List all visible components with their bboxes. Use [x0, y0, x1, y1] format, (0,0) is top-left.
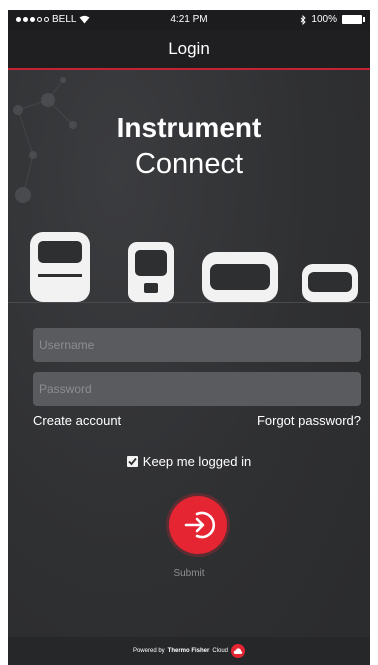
instrument-3-icon: [202, 252, 278, 302]
powered-by-text: Powered by: [132, 648, 165, 654]
keep-logged-in-label: Keep me logged in: [142, 454, 252, 469]
login-screen: BELL 4:21 PM 100% Login Instrument Conne…: [8, 10, 370, 665]
cloud-logo-icon: [231, 644, 246, 658]
instrument-4-icon: [302, 264, 358, 302]
battery-icon: [342, 15, 365, 24]
submit-button[interactable]: [169, 496, 227, 554]
status-right: 100%: [300, 14, 365, 25]
brand-name: Thermo Fisher: [167, 648, 210, 654]
forgot-password-link[interactable]: Forgot password?: [257, 413, 361, 428]
bluetooth-icon: [301, 14, 307, 25]
keep-logged-in-row: Keep me logged in: [8, 454, 370, 469]
submit-label: Submit: [173, 568, 205, 579]
battery-percent: 100%: [311, 14, 337, 25]
instrument-1-icon: [30, 232, 90, 302]
checkmark-icon: [128, 457, 137, 466]
app-title-line1: Instrument: [116, 112, 262, 143]
instrument-icons: [30, 232, 358, 302]
app-title: Instrument Connect: [8, 110, 370, 182]
app-title-line2: Connect: [134, 148, 243, 180]
instrument-2-icon: [128, 242, 174, 302]
keep-logged-in-checkbox[interactable]: [126, 456, 138, 467]
page-title: Login: [168, 39, 210, 58]
footer: Powered by Thermo Fisher Cloud: [8, 637, 370, 665]
arrow-into-circle-icon: [184, 511, 216, 539]
username-input[interactable]: [33, 328, 361, 362]
cloud-text: Cloud: [212, 648, 229, 654]
status-bar: BELL 4:21 PM 100%: [8, 10, 370, 30]
divider: [8, 302, 370, 303]
create-account-link[interactable]: Create account: [33, 413, 121, 428]
password-input[interactable]: [33, 372, 361, 406]
nav-bar: Login: [8, 30, 370, 70]
